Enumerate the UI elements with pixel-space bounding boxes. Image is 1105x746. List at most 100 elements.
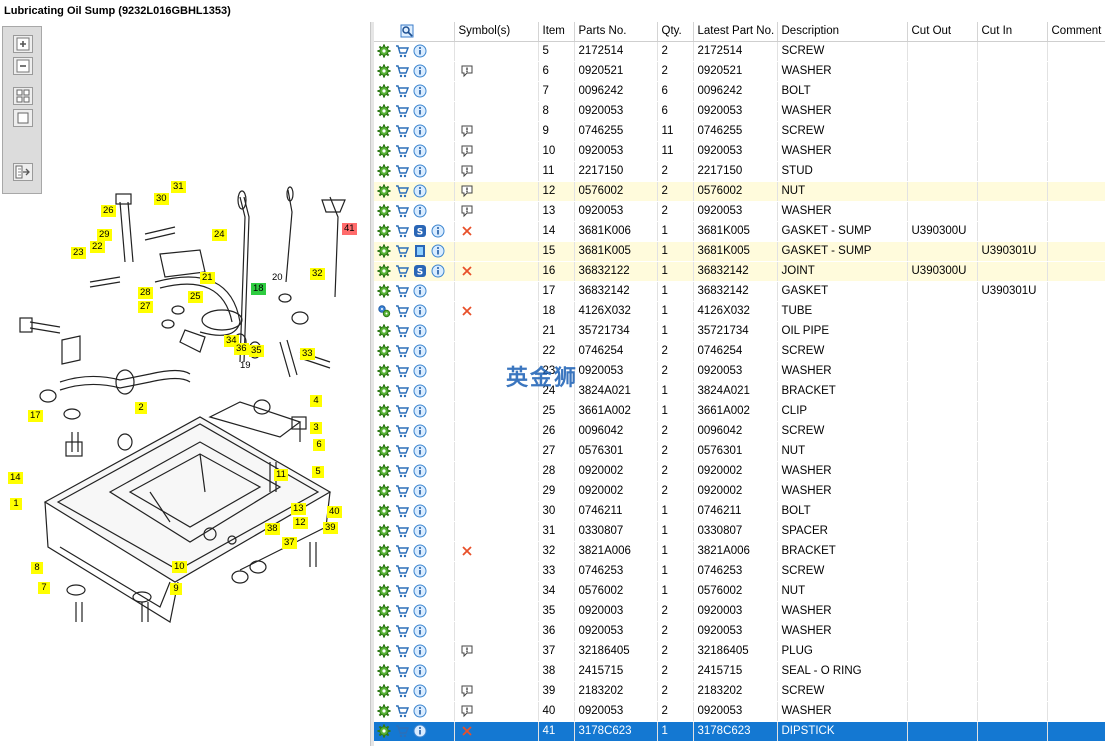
- cart-icon[interactable]: [395, 464, 409, 478]
- callout-label[interactable]: 23: [71, 247, 86, 259]
- gear-icon[interactable]: [377, 84, 391, 98]
- table-row[interactable]: 36 0920053 2 0920053 WASHER: [374, 621, 1105, 642]
- table-row[interactable]: 18 4126X032 1 4126X032 TUBE: [374, 301, 1105, 322]
- info-icon[interactable]: [413, 504, 427, 518]
- note-bubble-icon[interactable]: [460, 64, 474, 78]
- cart-icon[interactable]: [395, 364, 409, 378]
- callout-label[interactable]: 39: [323, 522, 338, 534]
- cart-icon[interactable]: [395, 344, 409, 358]
- gear-icon[interactable]: [377, 444, 391, 458]
- note-bubble-icon[interactable]: [460, 164, 474, 178]
- gear-icon[interactable]: [377, 184, 391, 198]
- table-row[interactable]: 26 0096042 2 0096042 SCREW: [374, 421, 1105, 442]
- note-bubble-icon[interactable]: [460, 204, 474, 218]
- gears-icon[interactable]: [377, 304, 391, 318]
- gear-icon[interactable]: [377, 604, 391, 618]
- info-icon[interactable]: [413, 284, 427, 298]
- column-header-latest-part-no[interactable]: Latest Part No.: [693, 22, 778, 42]
- gear-icon[interactable]: [377, 644, 391, 658]
- callout-label[interactable]: 4: [310, 395, 322, 407]
- table-row[interactable]: 41 3178C623 1 3178C623 DIPSTICK: [374, 721, 1105, 742]
- info-icon[interactable]: [413, 704, 427, 718]
- gear-icon[interactable]: [377, 144, 391, 158]
- callout-label[interactable]: 41: [342, 223, 357, 235]
- callout-label[interactable]: 12: [293, 517, 308, 529]
- cart-icon[interactable]: [395, 584, 409, 598]
- info-icon[interactable]: [413, 684, 427, 698]
- table-row[interactable]: 7 0096242 6 0096242 BOLT: [374, 81, 1105, 102]
- x-mark-icon[interactable]: [460, 544, 474, 558]
- gear-icon[interactable]: [377, 564, 391, 578]
- info-icon[interactable]: [413, 404, 427, 418]
- gear-icon[interactable]: [377, 44, 391, 58]
- info-icon[interactable]: [413, 144, 427, 158]
- x-mark-icon[interactable]: [460, 224, 474, 238]
- cart-icon[interactable]: [395, 404, 409, 418]
- cart-icon[interactable]: [395, 104, 409, 118]
- info-icon[interactable]: [413, 64, 427, 78]
- cart-icon[interactable]: [395, 644, 409, 658]
- table-row[interactable]: 38 2415715 2 2415715 SEAL - O RING: [374, 661, 1105, 682]
- info-icon[interactable]: [413, 304, 427, 318]
- table-row[interactable]: 9 0746255 11 0746255 SCREW: [374, 121, 1105, 142]
- callout-label[interactable]: 9: [170, 583, 182, 595]
- service-bulletin-icon[interactable]: S: [413, 264, 427, 278]
- info-icon[interactable]: [413, 444, 427, 458]
- info-icon[interactable]: [413, 664, 427, 678]
- callout-label[interactable]: 26: [101, 205, 116, 217]
- cart-icon[interactable]: [395, 504, 409, 518]
- callout-label[interactable]: 40: [327, 506, 342, 518]
- table-row[interactable]: 12 0576002 2 0576002 NUT: [374, 181, 1105, 202]
- info-icon[interactable]: [413, 564, 427, 578]
- info-icon[interactable]: [413, 724, 427, 738]
- gear-icon[interactable]: [377, 544, 391, 558]
- callout-label[interactable]: 31: [171, 181, 186, 193]
- cart-icon[interactable]: [395, 684, 409, 698]
- info-icon[interactable]: [413, 524, 427, 538]
- info-icon[interactable]: [413, 384, 427, 398]
- info-icon[interactable]: [413, 424, 427, 438]
- gear-icon[interactable]: [377, 484, 391, 498]
- table-row[interactable]: S 16 36832122 1 36832142 JOINT U390300U: [374, 261, 1105, 282]
- cart-icon[interactable]: [395, 84, 409, 98]
- cart-icon[interactable]: [395, 484, 409, 498]
- cart-icon[interactable]: [395, 524, 409, 538]
- callout-label[interactable]: 14: [8, 472, 23, 484]
- table-row[interactable]: 34 0576002 1 0576002 NUT: [374, 581, 1105, 602]
- zoom-window-button[interactable]: [13, 109, 33, 127]
- column-header-cut-in[interactable]: Cut In: [977, 22, 1048, 42]
- cart-icon[interactable]: [395, 544, 409, 558]
- column-header-actions[interactable]: [374, 22, 455, 42]
- cart-icon[interactable]: [395, 704, 409, 718]
- callout-label[interactable]: 21: [200, 272, 215, 284]
- callout-label[interactable]: 30: [154, 193, 169, 205]
- info-icon[interactable]: [413, 164, 427, 178]
- info-icon[interactable]: [413, 44, 427, 58]
- info-icon[interactable]: [413, 104, 427, 118]
- callout-label[interactable]: 24: [212, 229, 227, 241]
- cart-icon[interactable]: [395, 444, 409, 458]
- note-bubble-icon[interactable]: [460, 644, 474, 658]
- cart-icon[interactable]: [395, 44, 409, 58]
- callout-label[interactable]: 29: [97, 229, 112, 241]
- table-row[interactable]: 15 3681K005 1 3681K005 GASKET - SUMP U390301U: [374, 241, 1105, 262]
- table-row[interactable]: 11 2217150 2 2217150 STUD: [374, 161, 1105, 182]
- callout-label[interactable]: 25: [188, 291, 203, 303]
- cart-icon[interactable]: [395, 184, 409, 198]
- cart-icon[interactable]: [395, 304, 409, 318]
- gear-icon[interactable]: [377, 364, 391, 378]
- manual-book-icon[interactable]: [413, 244, 427, 258]
- cart-icon[interactable]: [395, 604, 409, 618]
- x-mark-icon[interactable]: [460, 724, 474, 738]
- gear-icon[interactable]: [377, 124, 391, 138]
- gear-icon[interactable]: [377, 384, 391, 398]
- table-row[interactable]: 22 0746254 2 0746254 SCREW: [374, 341, 1105, 362]
- column-header-description[interactable]: Description: [777, 22, 908, 42]
- gear-icon[interactable]: [377, 284, 391, 298]
- info-icon[interactable]: [431, 264, 445, 278]
- gear-icon[interactable]: [377, 424, 391, 438]
- gear-icon[interactable]: [377, 224, 391, 238]
- callout-label[interactable]: 18: [251, 283, 266, 295]
- info-icon[interactable]: [413, 484, 427, 498]
- note-bubble-icon[interactable]: [460, 704, 474, 718]
